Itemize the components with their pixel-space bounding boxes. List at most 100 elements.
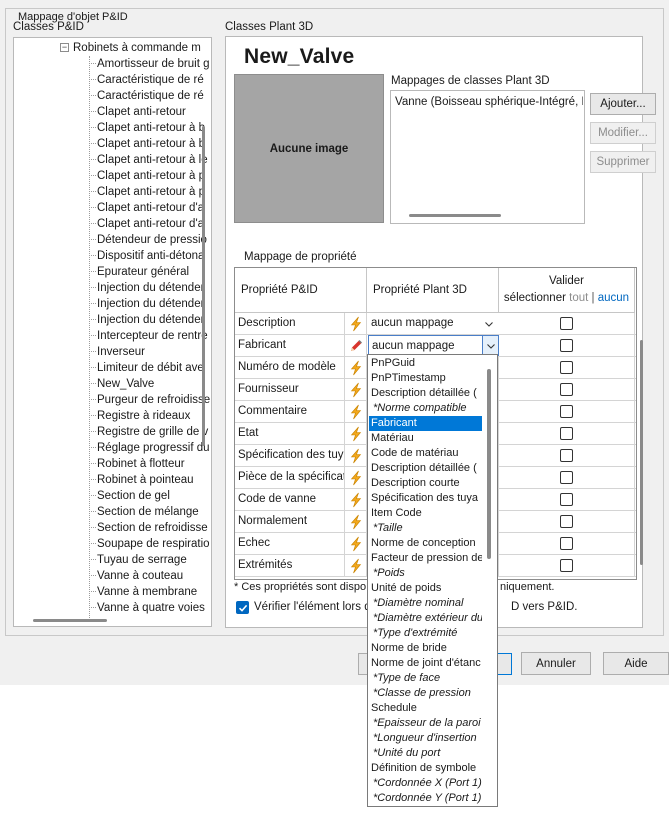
lightning-bolt-icon[interactable] [345,489,367,510]
tree-item[interactable]: Section de gel [89,488,170,504]
delete-button[interactable]: Supprimer [590,151,656,173]
validate-checkbox[interactable] [560,537,573,550]
lightning-bolt-icon[interactable] [345,467,367,488]
chevron-down-icon[interactable] [481,315,497,332]
lightning-bolt-icon[interactable] [345,313,367,334]
lightning-bolt-icon[interactable] [345,379,367,400]
tree-item[interactable]: Injection du détender [89,312,204,328]
tree-item[interactable]: Intercepteur de rentre [89,328,208,344]
tree-item[interactable]: Clapet anti-retour [89,104,186,120]
tree-item[interactable]: Tuyau de serrage [89,552,187,568]
validate-checkbox[interactable] [560,493,573,506]
pid-property-name[interactable]: Etat [235,423,345,444]
tree-item[interactable]: Limiteur de débit ave [89,360,204,376]
tree-root-node[interactable]: − Robinets à commande m [60,40,201,56]
dropdown-option[interactable]: *Norme compatible [369,401,482,416]
validate-checkbox[interactable] [560,361,573,374]
pencil-edit-icon[interactable] [345,335,367,356]
header-plant-property[interactable]: Propriété Plant 3D [367,268,499,313]
dropdown-option[interactable]: Item Code [369,506,482,521]
mappings-horizontal-scrollbar[interactable] [409,214,501,217]
validate-checkbox[interactable] [560,559,573,572]
pid-property-name[interactable]: Extrémités [235,555,345,576]
pid-property-name[interactable]: Normalement [235,511,345,532]
dropdown-option[interactable]: *Diamètre extérieur du [369,611,482,626]
plant-property-combo[interactable]: aucun mappage [368,335,499,356]
tree-item[interactable]: Injection du détender [89,280,204,296]
tree-item[interactable]: Soupape de respiratio [89,536,210,552]
pid-property-name[interactable]: Fournisseur [235,379,345,400]
tree-item[interactable]: Amortisseur de bruit g [89,56,210,72]
pid-property-name[interactable]: Pièce de la spécificat [235,467,345,488]
dropdown-option[interactable]: Définition de symbole [369,761,482,776]
tree-item[interactable]: Clapet anti-retour à b [89,120,205,136]
dropdown-option[interactable]: *Poids [369,566,482,581]
tree-item[interactable]: Dispositif anti-détona [89,248,204,264]
validate-checkbox[interactable] [560,515,573,528]
dropdown-option[interactable]: Description détaillée ( [369,461,482,476]
dropdown-option[interactable]: Unité de poids [369,581,482,596]
plant3d-property-dropdown[interactable]: PnPGuid PnPTimestamp Description détaillée… [367,354,498,807]
dropdown-option[interactable]: Matériau [369,431,482,446]
validate-checkbox[interactable] [560,339,573,352]
plant-property-combo[interactable]: aucun mappage [368,313,499,334]
lightning-bolt-icon[interactable] [345,533,367,554]
tree-item[interactable]: Purgeur de refroidisse [89,392,210,408]
pid-property-name[interactable]: Spécification des tuya [235,445,345,466]
tree-item[interactable]: Registre à rideaux [89,408,190,424]
tree-item[interactable]: Vanne à quatre voies [89,600,205,616]
pid-property-name[interactable]: Commentaire [235,401,345,422]
tree-item[interactable]: New_Valve [89,376,154,392]
tree-item[interactable]: Clapet anti-retour d'a [89,200,204,216]
dropdown-option[interactable]: Spécification des tuya [369,491,482,506]
pid-class-tree[interactable]: − Robinets à commande m Amortisseur de br… [13,37,212,627]
tree-item[interactable]: Caractéristique de ré [89,72,204,88]
tree-item[interactable]: Clapet anti-retour à p [89,184,205,200]
dropdown-option[interactable]: Schedule [369,701,482,716]
header-pid-property[interactable]: Propriété P&ID [235,268,367,313]
tree-item[interactable]: Injection du détender [89,296,204,312]
lightning-bolt-icon[interactable] [345,357,367,378]
tree-item[interactable]: Robinet à pointeau [89,472,194,488]
tree-item[interactable]: Section de refroidisse [89,520,208,536]
class-mapping-item[interactable]: Vanne (Boisseau sphérique-Intégré, Bois [395,96,583,108]
dropdown-option[interactable]: Facteur de pression de [369,551,482,566]
verify-label[interactable]: Vérifier l'élément lors d [254,601,371,613]
tree-item[interactable]: Epurateur général [89,264,189,280]
pid-property-name[interactable]: Fabricant [235,335,345,356]
collapse-icon[interactable]: − [60,43,69,52]
tree-item[interactable]: Robinet à flotteur [89,456,185,472]
dropdown-option[interactable]: *Cordonnée X (Port 1) [369,776,482,791]
tree-item[interactable]: Clapet anti-retour d'a [89,216,204,232]
help-button[interactable]: Aide [603,652,669,675]
cancel-button[interactable]: Annuler [521,652,591,675]
lightning-bolt-icon[interactable] [345,401,367,422]
lightning-bolt-icon[interactable] [345,555,367,576]
dropdown-option[interactable]: Code de matériau [369,446,482,461]
modify-button[interactable]: Modifier... [590,122,656,144]
dropdown-option[interactable]: Description détaillée ( [369,386,482,401]
tree-horizontal-scrollbar[interactable] [33,619,107,622]
pid-property-name[interactable]: Code de vanne [235,489,345,510]
select-all-link[interactable]: tout [569,292,588,304]
tree-item[interactable]: Registre de grille de v [89,424,208,440]
select-none-link[interactable]: aucun [598,292,629,304]
class-mappings-list[interactable]: Vanne (Boisseau sphérique-Intégré, Bois [390,90,585,224]
dropdown-option[interactable]: Norme de conception [369,536,482,551]
dropdown-option[interactable]: *Type de face [369,671,482,686]
dropdown-option[interactable]: PnPTimestamp [369,371,482,386]
tree-item[interactable]: Vanne à membrane [89,584,197,600]
dropdown-option[interactable]: *Epaisseur de la paroi [369,716,482,731]
dropdown-option[interactable]: *Classe de pression [369,686,482,701]
dropdown-option[interactable]: *Longueur d'insertion [369,731,482,746]
dropdown-option[interactable]: *Unité du port [369,746,482,761]
tree-item[interactable]: Réglage progressif du [89,440,210,456]
tree-item[interactable]: Caractéristique de ré [89,88,204,104]
dropdown-option[interactable]: Fabricant [369,416,482,431]
validate-checkbox[interactable] [560,449,573,462]
dropdown-option[interactable]: Norme de joint d'étanc [369,656,482,671]
verify-checkbox[interactable] [236,601,249,614]
validate-checkbox[interactable] [560,405,573,418]
tree-item[interactable]: Section de mélange [89,504,199,520]
tree-item[interactable]: Clapet anti-retour à le [89,152,208,168]
